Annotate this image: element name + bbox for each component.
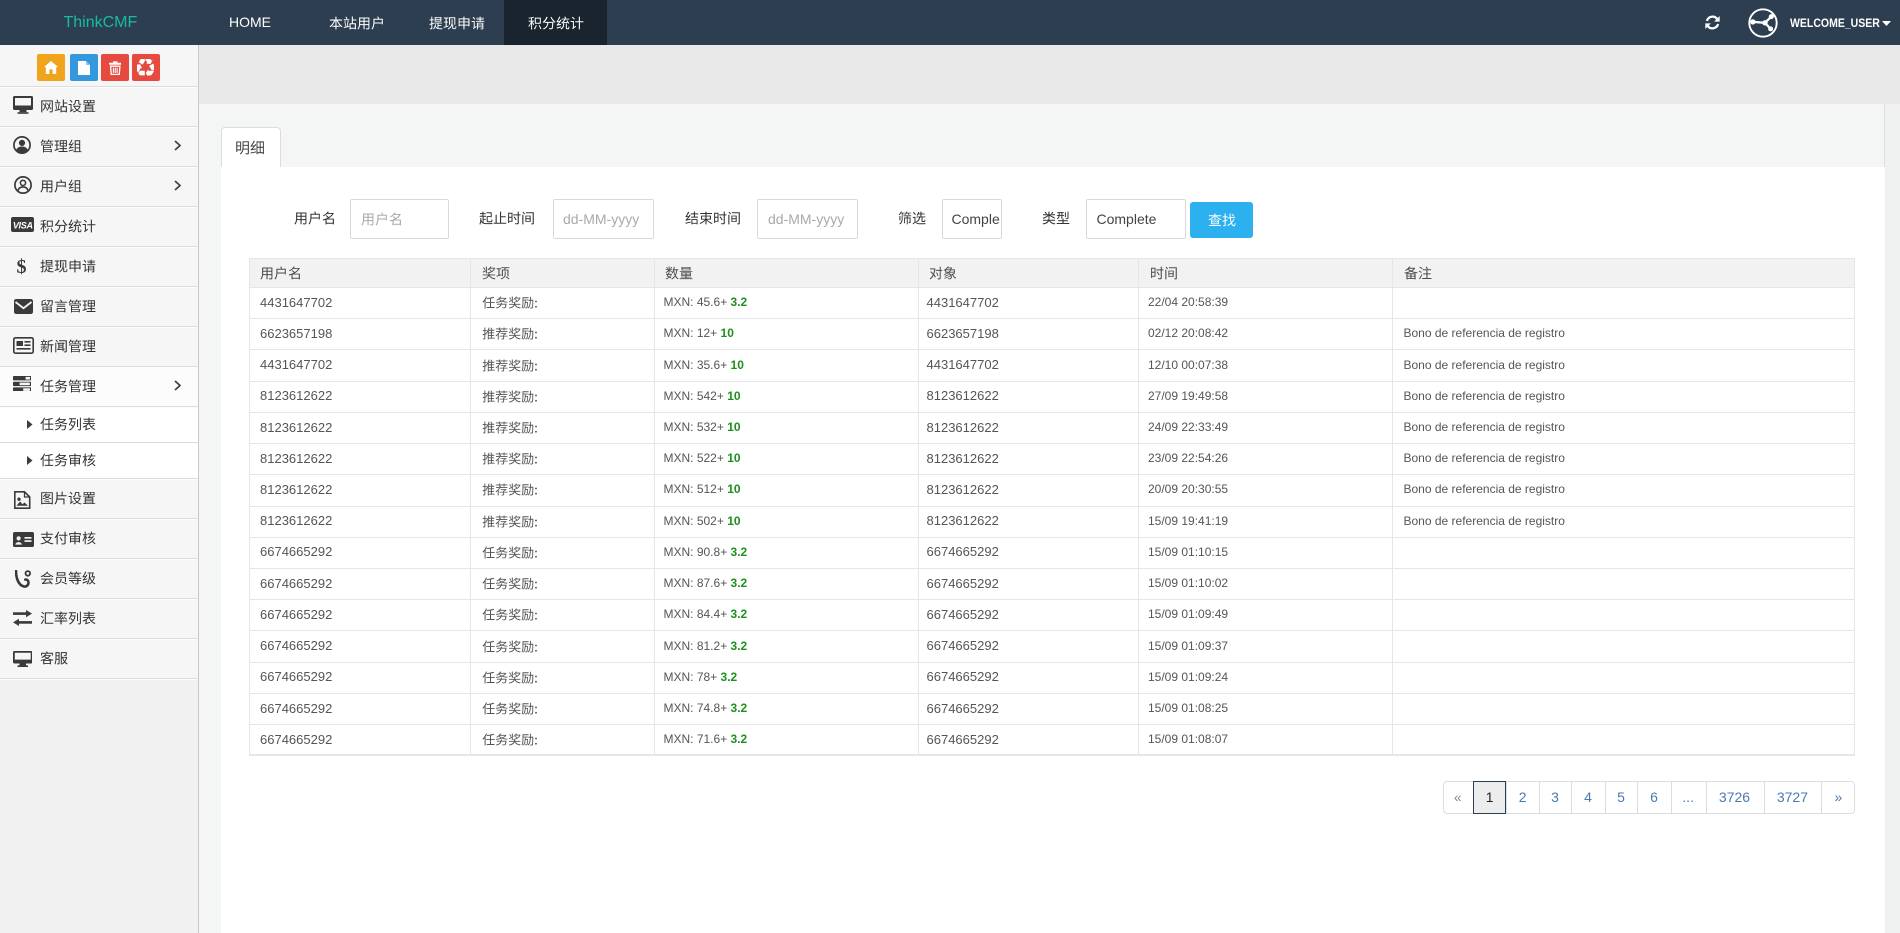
svg-text:VISA: VISA: [12, 220, 32, 230]
